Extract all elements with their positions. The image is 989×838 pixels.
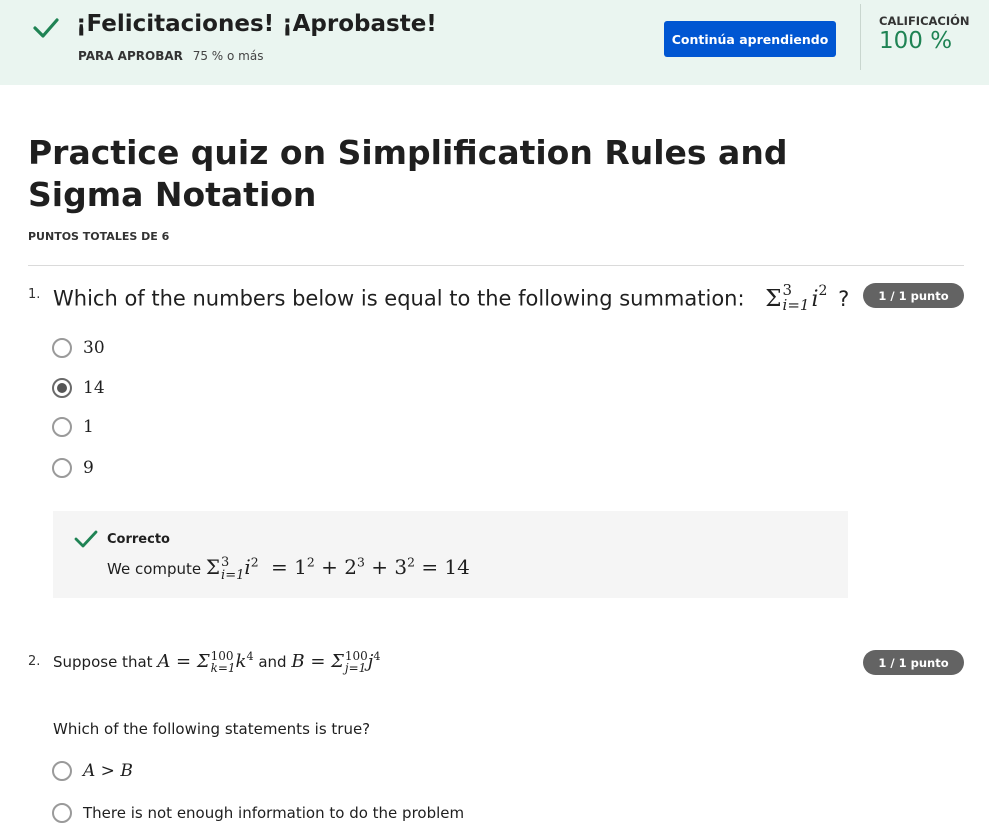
answer-option[interactable]: A > B: [52, 760, 133, 782]
sigma-symbol: Σ: [765, 285, 782, 312]
continue-learning-button[interactable]: Continúa aprendiendo: [664, 21, 836, 57]
formula-lhs: B = Σ: [291, 651, 344, 672]
feedback-formula: Σ 3 i=1 i2 = 12 + 23 + 32 = 14: [205, 554, 470, 583]
pass-label: PARA APROBAR: [78, 49, 183, 63]
rhs-result: = 14: [421, 555, 470, 579]
rhs-term: = 1: [271, 555, 307, 579]
question-prompt: Which of the numbers below is equal to t…: [53, 283, 850, 315]
pass-requirement: PARA APROBAR 75 % o más: [78, 49, 263, 63]
option-label: A > B: [83, 761, 133, 781]
question-number: 2.: [28, 654, 41, 669]
question-mark: ?: [838, 286, 850, 311]
banner-divider: [860, 4, 861, 70]
banner-title: ¡Felicitaciones! ¡Aprobaste!: [76, 11, 437, 37]
points-badge: 1 / 1 punto: [863, 283, 964, 308]
rhs-term: + 3: [371, 555, 408, 579]
sum-lower: k=1: [210, 661, 236, 675]
rhs-exponent: 2: [306, 554, 315, 570]
rhs-exponent: 2: [407, 554, 415, 570]
question-prompt: Suppose that A = Σ 100 k=1 k4 and B = Σ 100 j…: [53, 650, 380, 674]
answer-option[interactable]: 1: [52, 416, 94, 438]
radio-button[interactable]: [52, 338, 72, 358]
radio-button[interactable]: [52, 458, 72, 478]
radio-button[interactable]: [52, 761, 72, 781]
sigma-symbol: Σ: [205, 555, 221, 579]
sum-lower: i=1: [782, 296, 810, 314]
radio-button[interactable]: [52, 803, 72, 823]
sum-lower: i=1: [221, 567, 245, 583]
rhs-exponent: 3: [356, 554, 365, 570]
formula-lhs: A = Σ: [157, 651, 210, 672]
question-subprompt: Which of the following statements is tru…: [53, 720, 371, 738]
option-label: 30: [83, 338, 105, 358]
feedback-explanation: We compute Σ 3 i=1 i2 = 12 + 23 + 32 = 14: [107, 555, 470, 582]
sum-exponent: 4: [246, 650, 254, 663]
radio-button-selected[interactable]: [52, 378, 72, 398]
sum-term: k: [235, 651, 247, 672]
grade-label: CALIFICACIÓN: [879, 14, 970, 28]
check-icon: [33, 17, 59, 43]
question-prompt-text: Which of the numbers below is equal to t…: [53, 286, 745, 311]
sum-exponent: 2: [250, 554, 259, 570]
check-icon: [74, 529, 98, 553]
points-badge: 1 / 1 punto: [863, 650, 964, 675]
feedback-prefix: We compute: [107, 560, 202, 578]
connector-text: and: [258, 653, 287, 671]
feedback-status: Correcto: [107, 532, 170, 547]
option-label: There is not enough information to do th…: [83, 804, 465, 822]
sum-exponent: 4: [373, 650, 381, 663]
sum-lower: j=1: [344, 661, 367, 675]
feedback-panel: Correcto We compute Σ 3 i=1 i2 = 12 + 23 + …: [53, 511, 848, 598]
radio-button[interactable]: [52, 417, 72, 437]
question-prompt-text: Suppose that: [53, 653, 153, 671]
answer-option[interactable]: 9: [52, 457, 94, 479]
grade-value: 100 %: [879, 28, 953, 54]
rhs-term: + 2: [321, 555, 357, 579]
pass-value: 75 % o más: [192, 49, 264, 63]
success-banner: ¡Felicitaciones! ¡Aprobaste! PARA APROBA…: [0, 0, 989, 85]
formula-a: A = Σ 100 k=1 k4: [157, 650, 254, 675]
formula-b: B = Σ 100 j=1 j4: [291, 650, 381, 675]
quiz-title: Practice quiz on Simplification Rules an…: [28, 133, 788, 214]
option-label: 1: [83, 417, 94, 437]
header-divider: [28, 265, 964, 266]
answer-option[interactable]: There is not enough information to do th…: [52, 802, 464, 824]
option-label: 14: [83, 378, 105, 398]
answer-option[interactable]: 30: [52, 337, 105, 359]
answer-option[interactable]: 14: [52, 377, 105, 399]
question-number: 1.: [28, 287, 41, 302]
option-label: 9: [83, 458, 94, 478]
summation-formula: Σ 3 i=1 i2: [765, 283, 834, 314]
sum-upper: 3: [221, 554, 230, 570]
sum-exponent: 2: [818, 282, 828, 299]
total-points: PUNTOS TOTALES DE 6: [28, 230, 170, 243]
